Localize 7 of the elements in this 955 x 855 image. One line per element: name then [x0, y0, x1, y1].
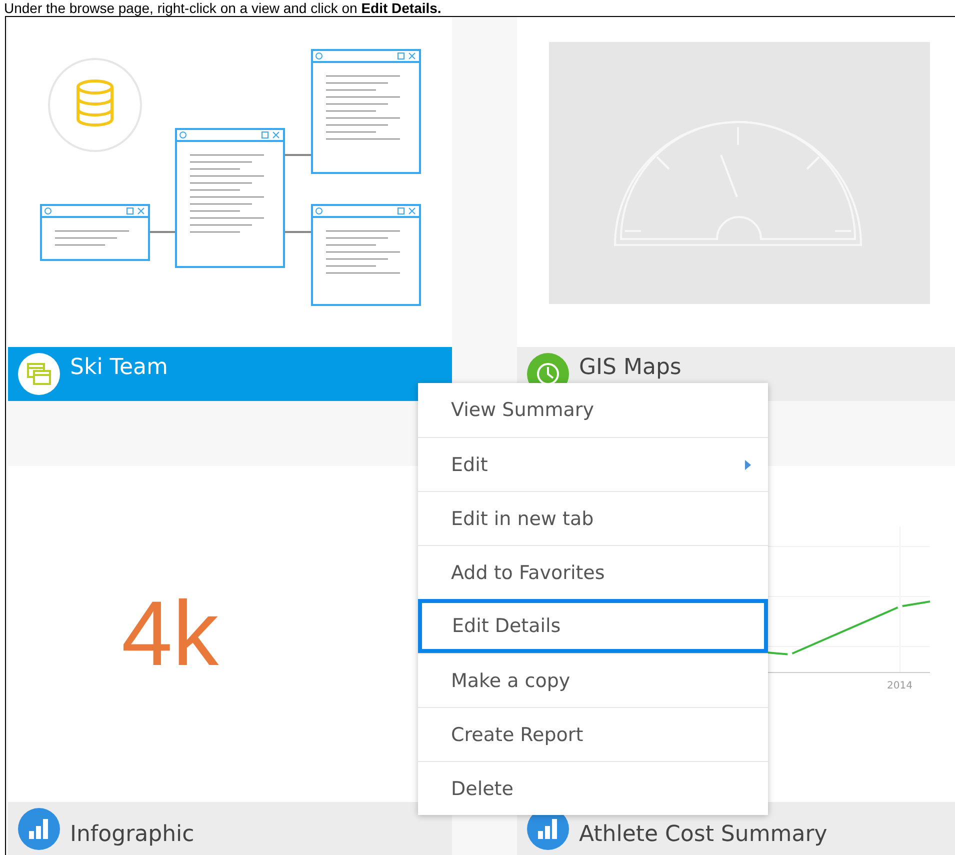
view-title: Athlete Cost Summary: [579, 820, 828, 846]
view-title: Ski Team: [70, 354, 168, 382]
axis-label: 2014: [887, 680, 912, 692]
metric-value: 4k: [121, 582, 219, 686]
view-title: GIS Maps: [579, 354, 682, 382]
instruction-text: Under the browse page, right-click on a view and click on Edit Details.: [3, 0, 442, 16]
view-title: Infographic: [70, 820, 194, 846]
